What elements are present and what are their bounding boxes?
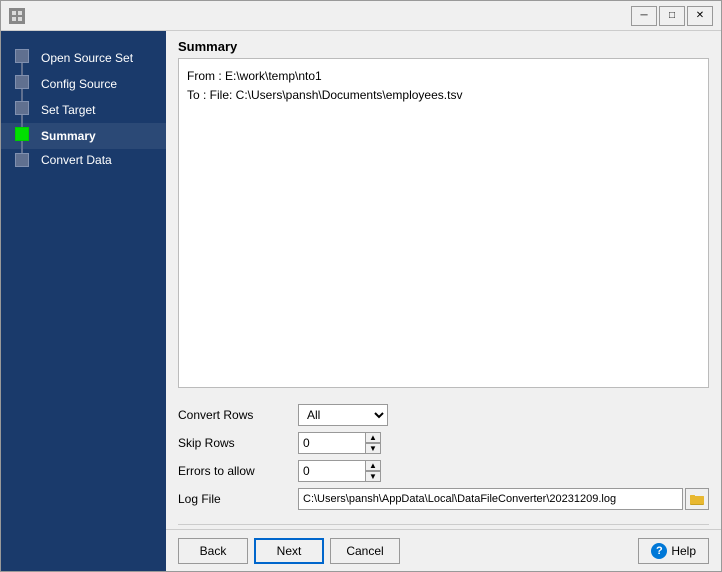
summary-line-from: From : E:\work\temp\nto1 bbox=[187, 67, 700, 86]
log-file-label: Log File bbox=[178, 492, 298, 506]
errors-to-allow-row: Errors to allow ▲ ▼ bbox=[178, 460, 709, 482]
sidebar-item-open-source-set[interactable]: Open Source Set bbox=[41, 45, 156, 71]
skip-rows-label: Skip Rows bbox=[178, 436, 298, 450]
main-window: ─ □ ✕ Open Source Set bbox=[0, 0, 722, 572]
errors-to-allow-down-button[interactable]: ▼ bbox=[365, 471, 381, 482]
main-content: Open Source Set Config Source bbox=[1, 31, 721, 571]
maximize-button[interactable]: □ bbox=[659, 6, 685, 26]
folder-icon bbox=[690, 493, 704, 505]
summary-line-to: To : File: C:\Users\pansh\Documents\empl… bbox=[187, 86, 700, 105]
right-panel: Summary From : E:\work\temp\nto1 To : Fi… bbox=[166, 31, 721, 571]
sidebar: Open Source Set Config Source bbox=[1, 31, 166, 571]
title-bar: ─ □ ✕ bbox=[1, 1, 721, 31]
errors-to-allow-spinner: ▲ ▼ bbox=[365, 460, 381, 482]
skip-rows-up-button[interactable]: ▲ bbox=[365, 432, 381, 443]
footer-left: Back Next Cancel bbox=[178, 538, 400, 564]
title-bar-left bbox=[9, 8, 25, 24]
title-bar-controls: ─ □ ✕ bbox=[631, 6, 713, 26]
help-icon: ? bbox=[651, 543, 667, 559]
next-button[interactable]: Next bbox=[254, 538, 324, 564]
log-file-browse-button[interactable] bbox=[685, 488, 709, 510]
errors-to-allow-control: ▲ ▼ bbox=[298, 460, 381, 482]
errors-to-allow-input[interactable] bbox=[298, 460, 366, 482]
convert-rows-row: Convert Rows All Range First N bbox=[178, 404, 709, 426]
skip-rows-input[interactable] bbox=[298, 432, 366, 454]
convert-rows-control: All Range First N bbox=[298, 404, 388, 426]
errors-to-allow-label: Errors to allow bbox=[178, 464, 298, 478]
cancel-button[interactable]: Cancel bbox=[330, 538, 400, 564]
footer-right: ? Help bbox=[638, 538, 709, 564]
summary-box: From : E:\work\temp\nto1 To : File: C:\U… bbox=[178, 58, 709, 388]
log-file-input[interactable] bbox=[298, 488, 683, 510]
footer: Back Next Cancel ? Help bbox=[166, 529, 721, 571]
skip-rows-down-button[interactable]: ▼ bbox=[365, 443, 381, 454]
convert-rows-label: Convert Rows bbox=[178, 408, 298, 422]
footer-divider bbox=[178, 524, 709, 525]
errors-to-allow-up-button[interactable]: ▲ bbox=[365, 460, 381, 471]
app-icon bbox=[9, 8, 25, 24]
close-button[interactable]: ✕ bbox=[687, 6, 713, 26]
sidebar-item-summary[interactable]: Summary bbox=[41, 123, 156, 149]
sidebar-item-convert-data[interactable]: Convert Data bbox=[41, 149, 156, 171]
options-area: Convert Rows All Range First N Skip Rows bbox=[166, 396, 721, 524]
minimize-button[interactable]: ─ bbox=[631, 6, 657, 26]
sidebar-item-set-target[interactable]: Set Target bbox=[41, 97, 156, 123]
skip-rows-spinner: ▲ ▼ bbox=[365, 432, 381, 454]
convert-rows-select[interactable]: All Range First N bbox=[298, 404, 388, 426]
log-file-row: Log File bbox=[178, 488, 709, 510]
sidebar-item-config-source[interactable]: Config Source bbox=[41, 71, 156, 97]
skip-rows-row: Skip Rows ▲ ▼ bbox=[178, 432, 709, 454]
back-button[interactable]: Back bbox=[178, 538, 248, 564]
panel-header: Summary bbox=[166, 31, 721, 58]
skip-rows-control: ▲ ▼ bbox=[298, 432, 381, 454]
help-button[interactable]: ? Help bbox=[638, 538, 709, 564]
